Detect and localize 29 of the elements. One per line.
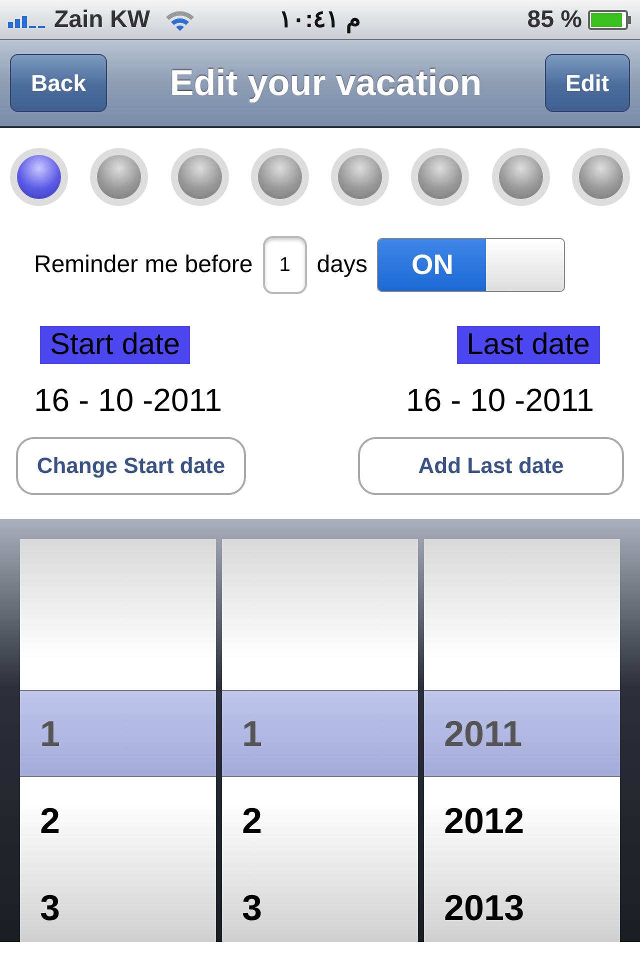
date-value: 16 - 10 -2011 [406, 382, 594, 419]
picker-row[interactable]: 2013 [424, 864, 620, 942]
date-heading: Last date [456, 326, 600, 364]
battery-percent: 85 % [527, 6, 582, 34]
picker-row[interactable]: 2011 [424, 690, 620, 777]
picker-row[interactable]: 2012 [424, 777, 620, 864]
back-button[interactable]: Back [10, 54, 107, 112]
date-button[interactable]: Add Last date [358, 437, 624, 495]
carrier-name: Zain KW [54, 6, 150, 34]
edit-button[interactable]: Edit [544, 54, 630, 112]
days-label: days [316, 251, 368, 279]
clock-time: م ١٠:٤١ [279, 5, 361, 34]
picker-wheel[interactable]: 2011 2012 2013 [424, 539, 620, 942]
picker-row[interactable]: 2 [20, 777, 216, 864]
date-heading: Start date [40, 326, 190, 364]
picker-row[interactable]: 3 [20, 864, 216, 942]
date-button[interactable]: Change Start date [16, 437, 246, 495]
reminder-toggle[interactable]: ON [377, 238, 566, 292]
picker-row[interactable]: 2 [222, 777, 418, 864]
picker-row[interactable]: 3 [222, 864, 418, 942]
picker-wheel[interactable]: 1 2 3 [222, 539, 418, 942]
picker-row[interactable]: 1 [20, 690, 216, 777]
picker-row[interactable]: 1 [222, 690, 418, 777]
picker-wheel[interactable]: 1 2 3 [20, 539, 216, 942]
date-value: 16 - 10 -2011 [34, 382, 222, 419]
reminder-label: Reminder me before [34, 251, 253, 279]
screen-title: Edit your vacation [168, 62, 483, 104]
days-field[interactable]: 1 [262, 236, 307, 294]
battery-icon [588, 10, 632, 30]
